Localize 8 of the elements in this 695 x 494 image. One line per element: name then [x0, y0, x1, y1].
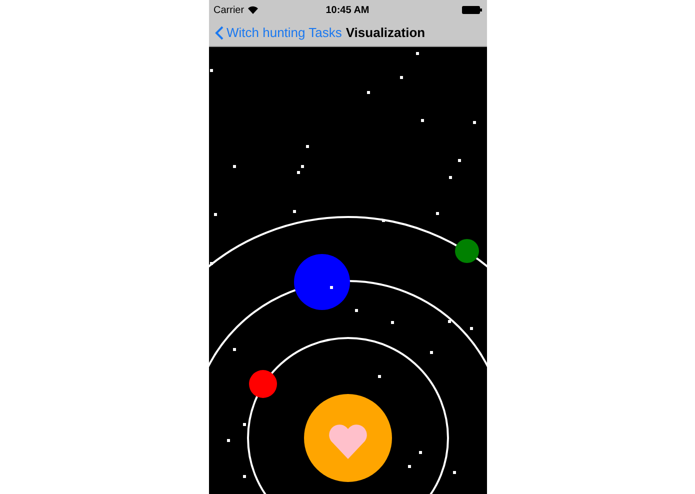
chevron-left-icon	[214, 26, 224, 40]
wifi-icon	[248, 6, 258, 14]
screen-title: Visualization	[346, 24, 426, 42]
carrier-label: Carrier	[214, 4, 244, 18]
back-button[interactable]: Witch hunting Tasks	[214, 23, 342, 43]
clock-time: 10:45 AM	[326, 4, 370, 18]
battery-icon	[462, 6, 482, 14]
heart-icon	[328, 424, 366, 459]
